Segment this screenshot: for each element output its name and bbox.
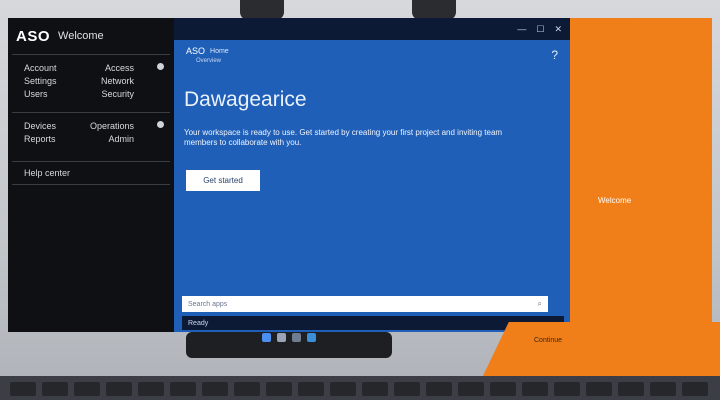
page-title: Dawagearice	[184, 88, 307, 111]
keyboard-key	[74, 382, 100, 396]
orange-spill	[480, 322, 720, 382]
sidebar-item-label[interactable]: Network	[101, 76, 134, 86]
group-indicator-icon[interactable]	[157, 121, 164, 128]
sidebar-item-label[interactable]: Reports	[24, 134, 56, 144]
keyboard-key	[266, 382, 292, 396]
keyboard-key	[394, 382, 420, 396]
laptop-screen: ASO Welcome Account Access Settings Netw…	[8, 18, 712, 332]
sidebar-row[interactable]: Settings Network	[24, 76, 134, 86]
orange-panel: Welcome	[570, 18, 712, 332]
orange-panel-label: Welcome	[598, 196, 632, 205]
main-window: — ☐ ✕ ASO Home Overview ? Dawagearice Yo…	[174, 18, 570, 332]
keyboard-key	[138, 382, 164, 396]
keyboard-key	[42, 382, 68, 396]
status-text: Ready	[188, 319, 209, 327]
maximize-icon[interactable]: ☐	[536, 24, 544, 35]
browser-icon[interactable]	[307, 333, 316, 342]
sidebar-row[interactable]: Account Access	[24, 63, 134, 73]
orange-spill-label: Continue	[534, 337, 563, 344]
sidebar-row[interactable]: Users Security	[24, 89, 134, 99]
bezel-notch	[240, 0, 284, 20]
keyboard-key	[234, 382, 260, 396]
app-subtitle: Overview	[196, 58, 222, 64]
window-titlebar: — ☐ ✕	[174, 18, 570, 40]
keyboard-key	[426, 382, 452, 396]
sidebar-footer-item[interactable]: Help center	[12, 161, 170, 185]
bezel-notch	[412, 0, 456, 20]
page-description: Your workspace is ready to use. Get star…	[184, 128, 503, 147]
keyboard-key	[170, 382, 196, 396]
keyboard-key	[106, 382, 132, 396]
sidebar-group: Account Access Settings Network Users Se…	[12, 54, 170, 106]
sidebar-item-label[interactable]: Devices	[24, 121, 56, 131]
minimize-icon[interactable]: —	[517, 24, 526, 34]
keyboard-key	[586, 382, 612, 396]
sidebar-item-label[interactable]: Users	[24, 89, 48, 99]
keyboard-key	[618, 382, 644, 396]
search-icon[interactable]: ⌕	[538, 299, 542, 309]
sidebar: ASO Welcome Account Access Settings Netw…	[8, 18, 174, 332]
keyboard-key	[362, 382, 388, 396]
sidebar-item-label[interactable]: Operations	[90, 121, 134, 131]
keyboard-key	[298, 382, 324, 396]
get-started-button[interactable]: Get started	[186, 170, 260, 191]
sidebar-item-label[interactable]: Account	[24, 63, 57, 73]
keyboard-key	[10, 382, 36, 396]
group-indicator-icon[interactable]	[157, 63, 164, 70]
sidebar-item-label[interactable]: Security	[101, 89, 134, 99]
app-header: ASO Home	[186, 46, 229, 56]
sidebar-item-label[interactable]: Admin	[108, 134, 134, 144]
search-placeholder: Search apps	[188, 300, 228, 308]
sidebar-group: Devices Operations Reports Admin	[12, 112, 170, 151]
app-logo-icon: ASO	[186, 46, 206, 56]
keyboard-key	[330, 382, 356, 396]
sidebar-row[interactable]: Reports Admin	[24, 134, 134, 144]
help-icon[interactable]: ?	[551, 48, 558, 62]
brand-title: Welcome	[58, 30, 104, 42]
sidebar-item-label[interactable]: Access	[105, 63, 134, 73]
sidebar-row[interactable]: Devices Operations	[24, 121, 134, 131]
sidebar-item-label[interactable]: Settings	[24, 76, 57, 86]
close-icon[interactable]: ✕	[554, 24, 562, 35]
taskbar	[262, 333, 316, 342]
keyboard-key	[650, 382, 676, 396]
keyboard-key	[458, 382, 484, 396]
keyboard-key	[202, 382, 228, 396]
windows-icon[interactable]	[262, 333, 271, 342]
keyboard-key	[522, 382, 548, 396]
files-icon[interactable]	[292, 333, 301, 342]
sidebar-header: ASO Welcome	[8, 18, 174, 54]
brand-logo: ASO	[16, 27, 51, 45]
search-input[interactable]: Search apps ⌕	[182, 296, 548, 312]
app-nav-label[interactable]: Home	[210, 48, 229, 55]
keyboard-key	[682, 382, 708, 396]
keyboard-key	[490, 382, 516, 396]
keyboard-key	[554, 382, 580, 396]
search-task-icon[interactable]	[277, 333, 286, 342]
